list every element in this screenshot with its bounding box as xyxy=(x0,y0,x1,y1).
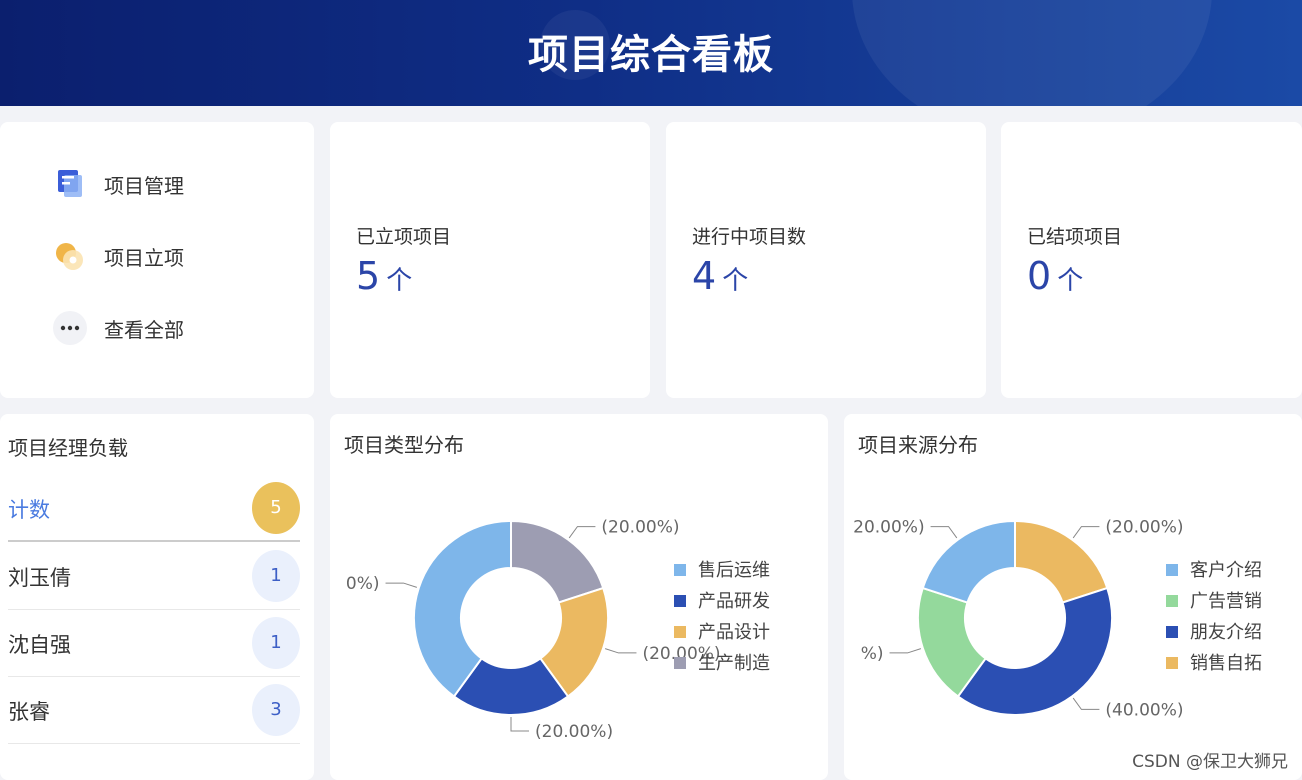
legend-label[interactable]: 产品设计 xyxy=(698,622,770,643)
stat-card-closed[interactable]: 已结项项目 0个 xyxy=(1001,122,1302,398)
leader-line xyxy=(605,648,637,654)
manager-load-card: 项目经理负载 计数 5 刘玉倩 1 沈自强 1 张睿 3 xyxy=(0,414,314,780)
legend-label[interactable]: 广告营销 xyxy=(1190,591,1262,612)
count-label: 计数 xyxy=(8,498,50,522)
legend-swatch xyxy=(674,595,686,607)
chart-title: 项目类型分布 xyxy=(344,433,464,457)
slice-label: (20.00%) xyxy=(535,722,613,742)
legend-label[interactable]: 产品研发 xyxy=(698,591,770,612)
stat-value: 5个 xyxy=(356,254,412,298)
project-type-donut-chart: 项目类型分布(20.00%)(20.00%)(20.00%)0%)售后运维产品研… xyxy=(344,433,770,742)
manager-name: 刘玉倩 xyxy=(8,566,71,590)
count-badge: 1 xyxy=(252,617,300,669)
stat-unit: 个 xyxy=(722,266,749,296)
watermark: CSDN @保卫大狮兄 xyxy=(1132,752,1288,772)
stat-value: 4个 xyxy=(692,254,748,298)
quick-link-view-all[interactable]: 查看全部 xyxy=(52,308,184,348)
leader-line xyxy=(568,526,596,539)
quick-link-project-manage[interactable]: 项目管理 xyxy=(52,164,184,204)
page-title: 项目综合看板 xyxy=(528,32,774,78)
legend-swatch xyxy=(674,564,686,576)
stat-label: 已立项项目 xyxy=(356,226,452,248)
stat-unit: 个 xyxy=(386,266,413,296)
quick-link-label: 查看全部 xyxy=(104,317,184,342)
donut-slice[interactable] xyxy=(1014,519,1109,604)
stat-card-in-progress[interactable]: 进行中项目数 4个 xyxy=(666,122,986,398)
leader-line xyxy=(385,582,417,588)
leader-line xyxy=(1072,697,1100,710)
stat-number: 5 xyxy=(356,254,381,298)
legend-swatch xyxy=(674,626,686,638)
legend-swatch xyxy=(1166,626,1178,638)
quick-link-label: 项目管理 xyxy=(104,173,184,198)
manager-name: 沈自强 xyxy=(8,633,71,657)
count-badge: 3 xyxy=(252,684,300,736)
legend-swatch xyxy=(674,657,686,669)
quick-link-label: 项目立项 xyxy=(104,245,184,270)
project-source-chart-card: 项目来源分布 (20.00%) (40.00%)%) 20.00%) 客户介绍广告营销朋… xyxy=(844,414,1302,780)
more-dots-icon xyxy=(52,310,88,346)
legend-label[interactable]: 售后运维 xyxy=(698,560,770,581)
stat-label: 进行中项目数 xyxy=(692,226,807,248)
manager-load-header-row: 计数 5 xyxy=(8,474,300,542)
count-badge: 1 xyxy=(252,550,300,602)
chart-title: 项目来源分布 xyxy=(858,433,978,457)
donut-slice[interactable] xyxy=(956,586,1113,716)
manager-row[interactable]: 刘玉倩 1 xyxy=(8,542,300,610)
stat-label: 已结项项目 xyxy=(1027,226,1123,248)
stat-value: 0个 xyxy=(1027,254,1083,298)
leader-line xyxy=(930,526,958,539)
leader-line xyxy=(889,648,921,654)
slice-label: 0%) xyxy=(346,574,380,594)
project-source-donut-chart: 项目来源分布 (20.00%) (40.00%)%) 20.00%) 客户介绍广告营销朋… xyxy=(853,433,1262,720)
slice-label: (20.00%) xyxy=(1105,518,1183,538)
quick-link-project-setup[interactable]: 项目立项 xyxy=(52,236,184,276)
slice-label: (40.00%) xyxy=(1105,700,1183,720)
stat-number: 4 xyxy=(692,254,717,298)
donut-slice[interactable] xyxy=(510,519,605,604)
stat-unit: 个 xyxy=(1057,266,1084,296)
count-badge: 5 xyxy=(252,482,300,534)
section-title: 项目经理负载 xyxy=(8,436,128,460)
legend-swatch xyxy=(1166,564,1178,576)
legend-swatch xyxy=(1166,657,1178,669)
project-setup-icon xyxy=(52,238,88,274)
slice-label: %) xyxy=(861,644,884,664)
legend-label[interactable]: 客户介绍 xyxy=(1190,560,1262,581)
slice-label: (20.00%) xyxy=(601,518,679,538)
quick-links-card: 项目管理 项目立项 查看全部 xyxy=(0,122,314,398)
slice-label: 20.00%) xyxy=(853,518,924,538)
leader-line xyxy=(1072,526,1100,539)
manager-row[interactable]: 张睿 3 xyxy=(8,676,300,744)
donut-slice[interactable] xyxy=(921,519,1016,604)
stat-number: 0 xyxy=(1027,254,1052,298)
legend-label[interactable]: 朋友介绍 xyxy=(1190,622,1262,643)
stat-card-established[interactable]: 已立项项目 5个 xyxy=(330,122,650,398)
page-header: 项目综合看板 xyxy=(0,0,1302,106)
project-type-chart-card: 项目类型分布 (20.00%) (20.00%) (20.00%) 0%) 售后运维 产品研… xyxy=(330,414,828,780)
legend-label[interactable]: 销售自拓 xyxy=(1190,653,1262,674)
leader-line xyxy=(510,717,529,732)
manager-name: 张睿 xyxy=(8,700,50,724)
legend-label[interactable]: 生产制造 xyxy=(698,653,770,674)
manager-row[interactable]: 沈自强 1 xyxy=(8,609,300,677)
project-manage-icon xyxy=(52,166,88,202)
legend-swatch xyxy=(1166,595,1178,607)
